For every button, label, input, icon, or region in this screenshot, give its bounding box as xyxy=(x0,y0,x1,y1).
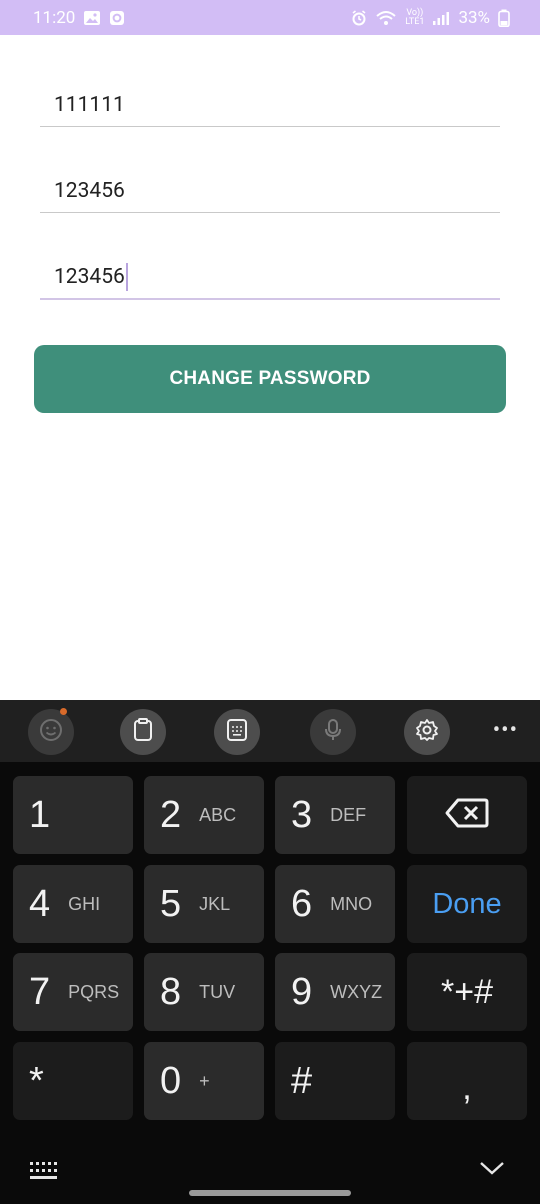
key-digit: 4 xyxy=(29,882,51,925)
gallery-notification-icon xyxy=(83,10,101,26)
done-key[interactable]: Done xyxy=(407,865,527,943)
key-letters: DEF xyxy=(330,804,367,825)
key-digit: 5 xyxy=(160,882,182,925)
key-digit: 7 xyxy=(29,970,51,1013)
key-letters: TUV xyxy=(199,981,236,1002)
home-gesture-bar[interactable] xyxy=(189,1190,351,1196)
status-time: 11:20 xyxy=(33,7,76,28)
current-password-field[interactable]: 111111 xyxy=(40,83,500,127)
key-5[interactable]: 5 JKL xyxy=(144,865,264,943)
key-digit: 3 xyxy=(291,793,313,836)
app-notification-icon xyxy=(109,10,125,26)
key-letters: WXYZ xyxy=(330,981,383,1002)
text-cursor xyxy=(125,263,128,291)
emoji-notification-dot xyxy=(60,708,67,715)
symbols-label: *+# xyxy=(441,972,493,1011)
emoji-icon xyxy=(39,718,63,746)
key-letters: + xyxy=(199,1070,210,1091)
new-password-value: 123456 xyxy=(54,178,125,203)
confirm-password-value: 123456 xyxy=(54,265,125,289)
keyboard-icon xyxy=(30,1162,58,1184)
key-digit: 9 xyxy=(291,970,313,1013)
key-6[interactable]: 6 MNO xyxy=(275,865,395,943)
key-digit: 6 xyxy=(291,882,313,925)
key-digit: 1 xyxy=(29,793,51,836)
key-digit: 2 xyxy=(160,793,182,836)
settings-button[interactable] xyxy=(404,709,450,755)
key-digit: * xyxy=(29,1059,44,1102)
key-2[interactable]: 2 ABC xyxy=(144,776,264,854)
microphone-icon xyxy=(323,718,343,746)
backspace-key[interactable] xyxy=(407,776,527,854)
wifi-icon xyxy=(375,10,397,26)
confirm-password-field[interactable]: 123456 xyxy=(40,256,500,300)
emoji-button[interactable] xyxy=(28,709,74,755)
change-password-button[interactable]: CHANGE PASSWORD xyxy=(34,345,506,413)
gear-icon xyxy=(415,718,439,746)
keyboard-switch-button[interactable] xyxy=(30,1162,58,1184)
keypad-mode-button[interactable] xyxy=(214,709,260,755)
key-digit: 8 xyxy=(160,970,182,1013)
more-options-button[interactable]: ••• xyxy=(493,718,518,743)
comma-label: , xyxy=(462,1068,472,1107)
backspace-icon xyxy=(445,798,489,832)
key-3[interactable]: 3 DEF xyxy=(275,776,395,854)
signal-icon xyxy=(432,10,450,26)
key-hash[interactable]: # xyxy=(275,1042,395,1120)
volte-label-bottom: LTE1 xyxy=(405,16,425,27)
key-digit: 0 xyxy=(160,1059,182,1102)
current-password-value: 111111 xyxy=(54,92,125,117)
key-letters: ABC xyxy=(199,804,237,825)
key-0[interactable]: 0 + xyxy=(144,1042,264,1120)
status-bar: 11:20 Vo)) LTE1 33% xyxy=(0,0,540,35)
key-digit: # xyxy=(291,1059,313,1102)
battery-percent: 33% xyxy=(458,7,490,28)
keyboard-toolbar: ••• xyxy=(0,700,540,762)
comma-key[interactable]: , xyxy=(407,1042,527,1120)
hide-keyboard-button[interactable] xyxy=(479,1160,505,1180)
clipboard-icon xyxy=(132,718,154,746)
battery-charging-icon xyxy=(498,9,510,27)
alarm-icon xyxy=(351,9,367,26)
keypad-icon xyxy=(226,718,248,746)
status-right: Vo)) LTE1 33% xyxy=(351,8,510,28)
key-4[interactable]: 4 GHI xyxy=(13,865,133,943)
symbols-key[interactable]: *+# xyxy=(407,953,527,1031)
voice-input-button[interactable] xyxy=(310,709,356,755)
new-password-field[interactable]: 123456 xyxy=(40,169,500,213)
key-letters: PQRS xyxy=(68,981,120,1002)
numeric-keyboard: ••• 1 2 ABC 3 DEF 4 GHI 5 JKL 6 MNO Done… xyxy=(0,700,540,1204)
clipboard-button[interactable] xyxy=(120,709,166,755)
key-1[interactable]: 1 xyxy=(13,776,133,854)
chevron-down-icon xyxy=(479,1161,505,1180)
done-label: Done xyxy=(432,887,502,920)
status-left: 11:20 xyxy=(33,8,125,28)
key-asterisk[interactable]: * xyxy=(13,1042,133,1120)
key-letters: MNO xyxy=(330,893,373,914)
key-letters: GHI xyxy=(68,893,101,914)
key-letters: JKL xyxy=(199,893,231,914)
key-7[interactable]: 7 PQRS xyxy=(13,953,133,1031)
key-9[interactable]: 9 WXYZ xyxy=(275,953,395,1031)
key-8[interactable]: 8 TUV xyxy=(144,953,264,1031)
volte-indicator: Vo)) LTE1 xyxy=(405,8,425,27)
